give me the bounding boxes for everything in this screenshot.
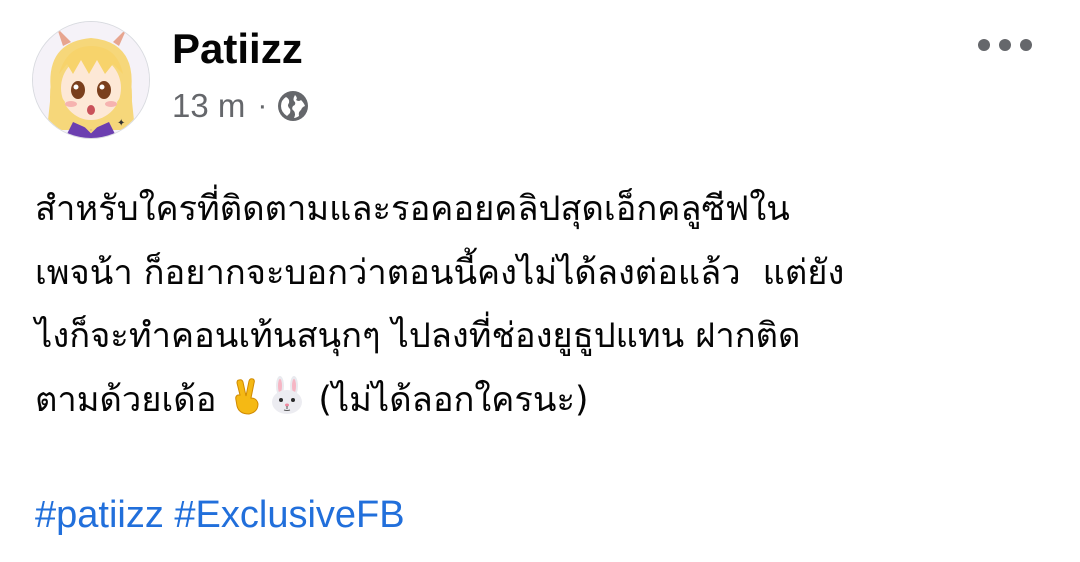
- post-text-segment: ตามด้วยเด้อ: [35, 379, 228, 420]
- more-horizontal-icon: [978, 39, 1032, 51]
- svg-text:✦: ✦: [117, 118, 125, 129]
- post-text-line: เพจน้า ก็อยากจะบอกว่าตอนนี้คงไม่ได้ลงต่อ…: [35, 252, 845, 293]
- post-text-line: สำหรับใครที่ติดตามและรอคอยคลิปสุดเอ็กคลู…: [35, 189, 790, 229]
- globe-icon[interactable]: [277, 90, 309, 122]
- meta-separator: ·: [257, 89, 268, 122]
- post-text-line: ไงก็จะทำคอนเท้นสนุกๆ ไปลงที่ช่องยูธูปแทน…: [35, 316, 801, 356]
- author-name[interactable]: Patiizz: [172, 24, 303, 74]
- rabbit-face-emoji: [267, 374, 307, 414]
- hashtag-link[interactable]: #patiizz: [35, 494, 164, 536]
- post-meta: 13 m ·: [172, 84, 309, 128]
- more-options-button[interactable]: [976, 28, 1034, 62]
- post-timestamp[interactable]: 13 m: [172, 87, 245, 125]
- post-text: สำหรับใครที่ติดตามและรอคอยคลิปสุดเอ็กคลู…: [35, 178, 1045, 432]
- hashtag-row: #patiizz #ExclusiveFB: [35, 490, 405, 540]
- author-avatar[interactable]: ✦: [33, 22, 149, 138]
- victory-hand-emoji: [227, 374, 267, 415]
- post-text-segment: (ไม่ได้ลอกใครนะ): [307, 379, 589, 420]
- anime-girl-avatar-image: ✦: [33, 22, 149, 138]
- post-text-line-last: ตามด้วยเด้อ (ไม่ได้ลอกใครนะ): [35, 369, 1045, 433]
- hashtag-link[interactable]: #ExclusiveFB: [174, 494, 404, 536]
- facebook-post: ✦ Patiizz 13 m · สำหรับใครที่ติดตามและรอ…: [0, 0, 1080, 562]
